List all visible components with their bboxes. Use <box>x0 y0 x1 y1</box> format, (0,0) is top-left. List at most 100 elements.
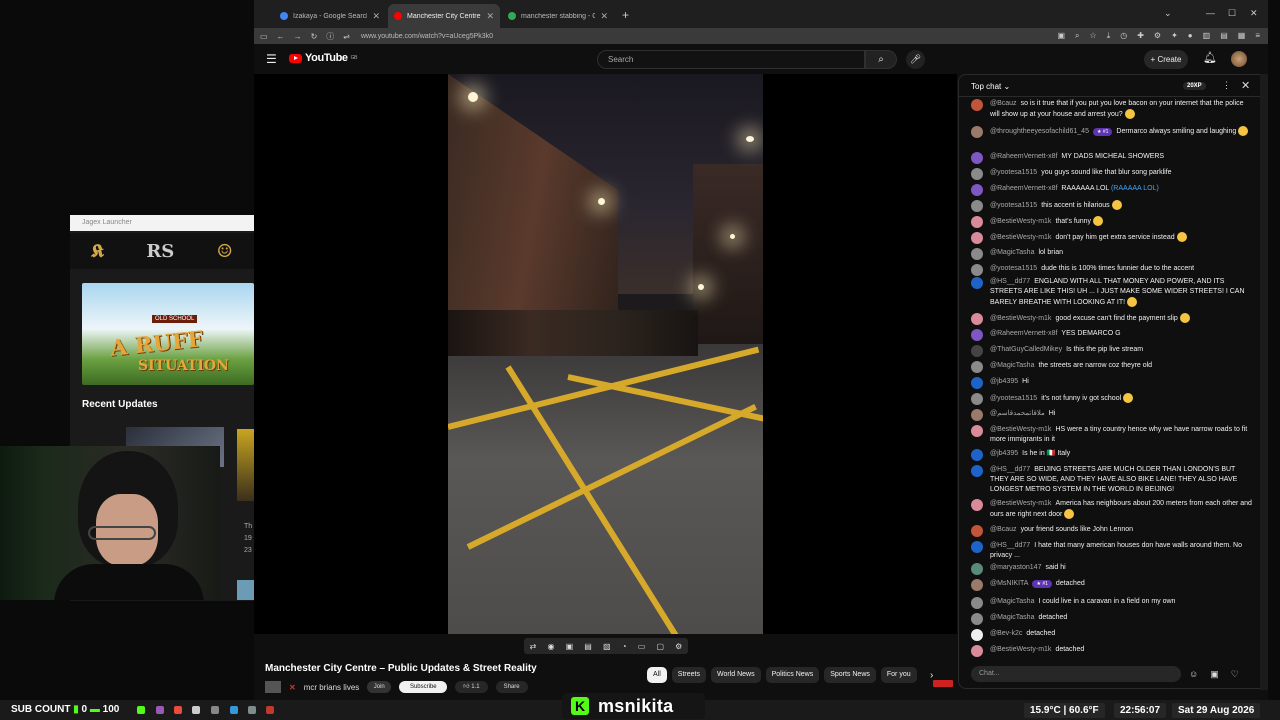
minimize-button[interactable]: — <box>1206 8 1215 18</box>
join-button[interactable]: Join <box>367 681 392 693</box>
settings-gear-icon[interactable]: ⚙ <box>675 642 682 651</box>
sidebar-icon[interactable]: ▭ <box>260 32 268 41</box>
chat-author[interactable]: @Bev-k2c <box>990 630 1022 637</box>
chat-author[interactable]: @jb4395 <box>990 450 1018 457</box>
menu-icon[interactable]: ≡ <box>1255 31 1260 41</box>
chat-avatar[interactable] <box>971 499 983 511</box>
tab-izakaya[interactable]: Izakaya - Google Search ✕ <box>274 4 386 28</box>
chat-author[interactable]: @yootesa1515 <box>990 202 1037 209</box>
zoom-icon[interactable]: ⌕ <box>1075 31 1079 41</box>
url-field[interactable]: www.youtube.com/watch?v=aUceg5Pk3k0 <box>361 33 493 40</box>
chat-author[interactable]: @RaheemVernett-x8f <box>990 330 1057 337</box>
rs-logo[interactable]: RS <box>146 241 174 262</box>
chat-avatar[interactable] <box>971 184 983 196</box>
chat-author[interactable]: @MagicTasha <box>990 362 1034 369</box>
chat-avatar[interactable] <box>971 361 983 373</box>
bookmark-icon[interactable]: ☆ <box>1090 31 1097 41</box>
app-icon[interactable] <box>211 706 219 714</box>
site-info-icon[interactable]: ⓘ <box>326 31 334 42</box>
chat-avatar[interactable] <box>971 277 983 289</box>
channel-avatar[interactable] <box>265 681 281 693</box>
speed-icon[interactable]: ◔ <box>622 642 627 651</box>
chat-avatar[interactable] <box>971 232 983 244</box>
chat-avatar[interactable] <box>971 597 983 609</box>
chat-avatar[interactable] <box>971 345 983 357</box>
chat-author[interactable]: @HS__dd77 <box>990 466 1030 473</box>
close-tab-icon[interactable]: ✕ <box>600 11 608 22</box>
chat-avatar[interactable] <box>971 563 983 575</box>
chat-avatar[interactable] <box>971 216 983 228</box>
chat-author[interactable]: @yootesa1515 <box>990 395 1037 402</box>
extension-icon-3[interactable]: ▤ <box>1220 31 1228 41</box>
app-icon[interactable] <box>156 706 164 714</box>
app-icon[interactable] <box>174 706 182 714</box>
weather-widget[interactable]: 15.9°C | 60.6°F <box>1024 703 1105 718</box>
search-button[interactable]: ⌕ <box>865 50 897 69</box>
chat-author[interactable]: @HS__dd77 <box>990 278 1030 285</box>
emoji-icon[interactable]: ☺ <box>1189 669 1198 680</box>
xp-badge[interactable]: 20XP <box>1183 82 1206 90</box>
chevron-right-icon[interactable]: › <box>930 670 933 681</box>
app-icon[interactable] <box>230 706 238 714</box>
tab-manchester-stabbing[interactable]: manchester stabbing - Google ✕ <box>502 4 614 28</box>
chat-avatar[interactable] <box>971 629 983 641</box>
chat-author[interactable]: @BestieWesty-m1k <box>990 315 1051 322</box>
theater-icon[interactable]: ▭ <box>638 642 646 651</box>
account-avatar[interactable] <box>1231 51 1247 67</box>
loop-icon[interactable]: ⇄ <box>530 642 537 651</box>
screenshot-icon[interactable]: ▢ <box>656 642 664 651</box>
tab-list-icon[interactable]: ⌄ <box>1164 8 1172 19</box>
youtube-logo[interactable]: YouTube GB <box>289 52 357 64</box>
chat-author[interactable]: @BestieWesty-m1k <box>990 646 1051 653</box>
extension-icon-4[interactable]: ▦ <box>1238 31 1246 41</box>
chat-avatar[interactable] <box>971 613 983 625</box>
app-icon[interactable] <box>137 706 145 714</box>
like-button[interactable]: 👍︎ 1.1 <box>455 681 488 693</box>
close-tab-icon[interactable]: ✕ <box>372 11 380 22</box>
notifications-bell-icon[interactable]: 🔔︎ <box>1203 51 1217 64</box>
close-window-button[interactable]: ✕ <box>1250 8 1258 19</box>
app-icon[interactable] <box>192 706 200 714</box>
chat-author[interactable]: @Bcauz <box>990 100 1017 107</box>
chat-avatar[interactable] <box>971 541 983 553</box>
tab-youtube[interactable]: Manchester City Centre – P ✕ <box>388 4 500 28</box>
video-player[interactable] <box>254 74 957 687</box>
chip-world-news[interactable]: World News <box>710 667 761 683</box>
close-tab-icon[interactable]: ✕ <box>486 11 494 22</box>
chat-avatar[interactable] <box>971 200 983 212</box>
chat-author[interactable]: @ThatGuyCalledMikey <box>990 346 1062 353</box>
top-chat-dropdown[interactable]: Top chat ⌄ <box>971 82 1010 91</box>
pip-icon[interactable]: ▣ <box>566 642 574 651</box>
chat-avatar[interactable] <box>971 579 983 591</box>
resize-icon[interactable]: ▧ <box>603 642 611 651</box>
settings-icon[interactable]: ⚙ <box>1154 31 1161 41</box>
chat-avatar[interactable] <box>971 168 983 180</box>
chat-avatar[interactable] <box>971 393 983 405</box>
chat-avatar[interactable] <box>971 264 983 276</box>
chat-avatar[interactable] <box>971 126 983 138</box>
chip-all[interactable]: All <box>647 667 667 683</box>
chat-author[interactable]: @yootesa1515 <box>990 265 1037 272</box>
chat-avatar[interactable] <box>971 377 983 389</box>
update-thumbnail-2[interactable] <box>237 429 254 501</box>
forward-icon[interactable]: → <box>294 32 302 41</box>
chat-author[interactable]: @MagicTasha <box>990 614 1034 621</box>
chat-author[interactable]: @BestieWesty-m1k <box>990 234 1051 241</box>
chat-avatar[interactable] <box>971 313 983 325</box>
subscribe-button[interactable]: Subscribe <box>399 681 448 693</box>
chat-author[interactable]: @RaheemVernett-x8f <box>990 153 1057 160</box>
chat-author[interactable]: @jb4395 <box>990 378 1018 385</box>
chip-for-you[interactable]: For you <box>880 667 917 683</box>
channel-name[interactable]: mcr brians lives <box>304 683 360 692</box>
audio-icon[interactable]: ◉ <box>547 642 554 651</box>
news-banner[interactable]: OLD SCHOOL A RUFF SITUATION <box>82 283 254 385</box>
chat-author[interactable]: @BestieWesty-m1k <box>990 218 1051 225</box>
chat-author[interactable]: @BestieWesty-m1k <box>990 500 1051 507</box>
extension-icon-2[interactable]: ▥ <box>1203 31 1211 41</box>
update-thumbnail-3[interactable] <box>237 580 254 600</box>
page-scrollbar[interactable] <box>1260 74 1268 690</box>
chat-author[interactable]: @yootesa1515 <box>990 169 1037 176</box>
chat-avatar[interactable] <box>971 409 983 421</box>
profile-icon[interactable]: ● <box>1188 31 1193 41</box>
chat-author[interactable]: @RaheemVernett-x8f <box>990 185 1057 192</box>
